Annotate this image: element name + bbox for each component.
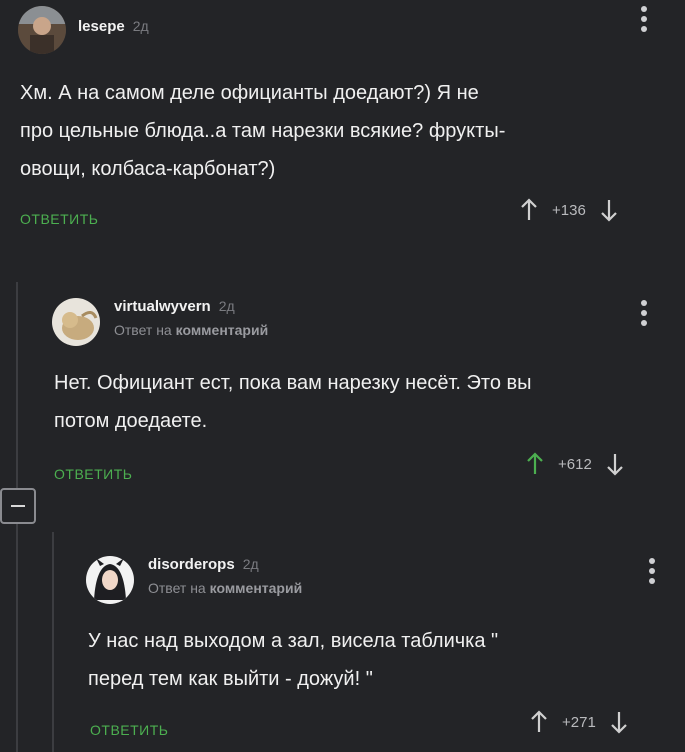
vote-controls: +271	[530, 710, 628, 734]
upvote-arrow-icon[interactable]	[530, 710, 548, 734]
reply-to-link[interactable]: комментарий	[210, 580, 303, 596]
comment-text-line: У нас над выходом а зал, висела табличка…	[88, 630, 499, 652]
more-options-icon[interactable]	[648, 558, 656, 588]
reply-to-prefix: Ответ на	[148, 580, 206, 596]
rating: +271	[562, 713, 596, 731]
user-avatar-image	[86, 556, 134, 604]
comment-3: disorderops 2д Ответ на комментарий У нас…	[0, 0, 685, 752]
comment-text-line: перед тем как выйти - дожуй! "	[88, 668, 373, 690]
username[interactable]: disorderops	[148, 556, 235, 573]
reply-button[interactable]: ОТВЕТИТЬ	[90, 722, 168, 738]
comment-text: У нас над выходом а зал, висела табличка…	[88, 622, 668, 698]
timestamp: 2д	[242, 556, 259, 572]
comment-header: disorderops 2д Ответ на комментарий	[148, 556, 302, 596]
reply-to-label: Ответ на комментарий	[148, 580, 302, 596]
downvote-arrow-icon[interactable]	[610, 710, 628, 734]
avatar[interactable]	[86, 556, 134, 604]
